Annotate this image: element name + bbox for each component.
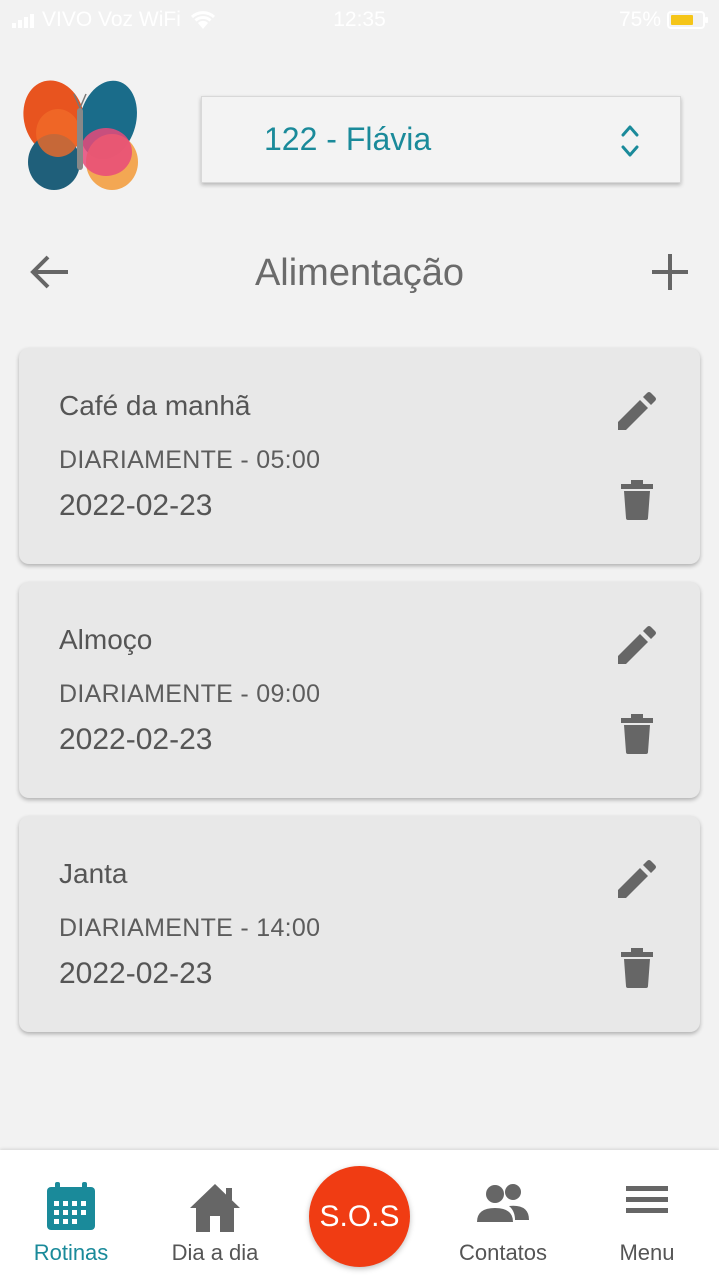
routine-card[interactable]: Café da manhã DIARIAMENTE - 05:00 2022-0… <box>19 348 700 564</box>
nav-item-rotinas[interactable]: Rotinas <box>10 1150 132 1280</box>
patient-select-value: 122 - Flávia <box>264 121 432 157</box>
nav-item-dia-a-dia[interactable]: Dia a dia <box>156 1150 274 1280</box>
routine-card[interactable]: Almoço DIARIAMENTE - 09:00 2022-02-23 <box>19 582 700 798</box>
hamburger-menu-icon <box>626 1186 668 1213</box>
nav-item-menu[interactable]: Menu <box>600 1150 694 1280</box>
edit-pencil-icon[interactable] <box>614 624 658 668</box>
sos-button[interactable]: S.O.S <box>309 1166 410 1267</box>
routine-date: 2022-02-23 <box>59 723 213 756</box>
routine-date: 2022-02-23 <box>59 957 213 990</box>
routine-frequency: DIARIAMENTE - 09:00 <box>59 680 321 708</box>
delete-trash-icon[interactable] <box>619 478 655 522</box>
edit-pencil-icon[interactable] <box>614 390 658 434</box>
nav-label-contatos: Contatos <box>458 1240 548 1265</box>
nav-label-rotinas: Rotinas <box>33 1240 109 1265</box>
routine-frequency: DIARIAMENTE - 05:00 <box>59 446 321 474</box>
routine-name: Almoço <box>59 624 153 655</box>
edit-pencil-icon[interactable] <box>614 858 658 902</box>
chevron-up-down-icon <box>621 125 639 157</box>
page-title: Alimentação <box>254 252 465 294</box>
nav-label-dia-a-dia: Dia a dia <box>171 1240 259 1265</box>
add-plus-icon[interactable] <box>646 248 694 296</box>
people-icon <box>477 1184 529 1222</box>
delete-trash-icon[interactable] <box>619 946 655 990</box>
delete-trash-icon[interactable] <box>619 712 655 756</box>
status-right: 75% <box>618 8 708 32</box>
routine-frequency: DIARIAMENTE - 14:00 <box>59 914 321 942</box>
routine-name: Café da manhã <box>59 390 251 421</box>
home-icon <box>190 1184 240 1232</box>
calendar-icon <box>47 1182 95 1230</box>
routine-name: Janta <box>59 858 128 889</box>
status-bar: VIVO Voz WiFi 12:35 75% <box>0 0 719 40</box>
butterfly-logo-icon <box>23 80 138 190</box>
routine-date: 2022-02-23 <box>59 489 213 522</box>
clock: 12:35 <box>333 8 386 31</box>
battery-icon <box>667 11 708 29</box>
battery-percent: 75% <box>618 8 661 31</box>
patient-select[interactable]: 122 - Flávia <box>201 96 681 183</box>
nav-item-contatos[interactable]: Contatos <box>446 1150 560 1280</box>
nav-label-menu: Menu <box>619 1240 675 1265</box>
routine-card[interactable]: Janta DIARIAMENTE - 14:00 2022-02-23 <box>19 816 700 1032</box>
